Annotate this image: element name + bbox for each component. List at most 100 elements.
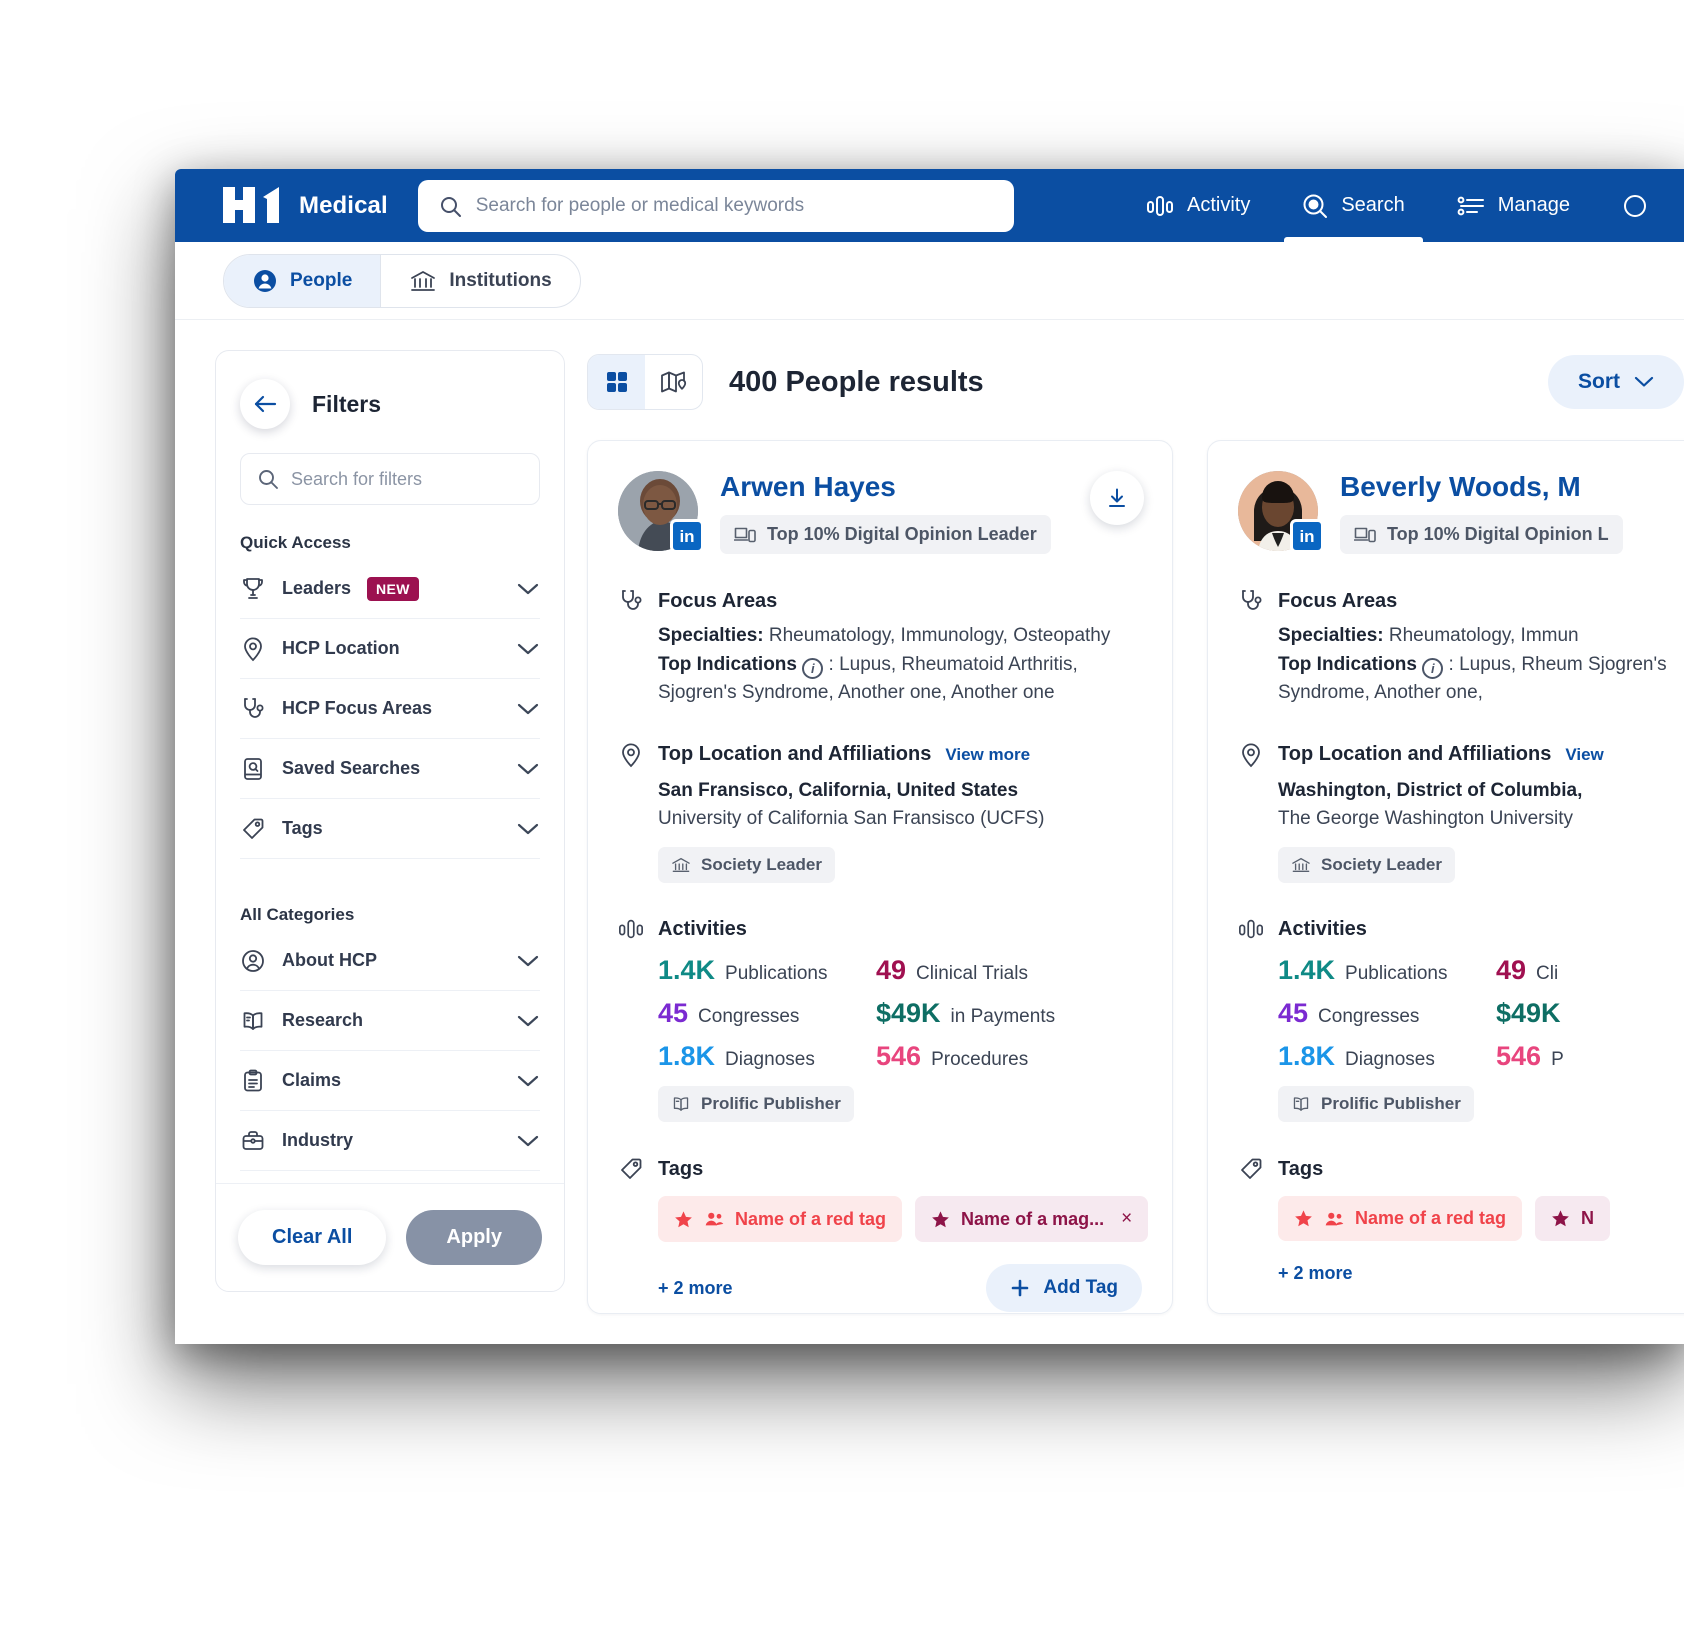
tab-institutions[interactable]: Institutions (380, 254, 579, 307)
location-header: Top Location and Affiliations View (1238, 742, 1684, 768)
search-input[interactable] (475, 194, 994, 217)
sort-label: Sort (1578, 370, 1620, 393)
location-body: San Fransisco, California, United States… (658, 776, 1142, 884)
download-button[interactable] (1090, 471, 1144, 525)
more-tags-link[interactable]: + 2 more (1278, 1263, 1353, 1284)
stat-label: in Payments (950, 1006, 1056, 1028)
person-card[interactable]: in Arwen Hayes Top 10% Digital Opinion L… (587, 440, 1173, 1314)
filter-label-hcp-focus-areas: HCP Focus Areas (282, 698, 433, 718)
filter-label-about-hcp: About HCP (282, 950, 377, 970)
tab-people[interactable]: People (224, 254, 381, 307)
grid-view-icon (604, 369, 630, 395)
view-more-link[interactable]: View more (945, 745, 1030, 765)
filter-row-leaders[interactable]: Leaders NEW (240, 559, 540, 619)
info-icon[interactable]: i (1422, 657, 1444, 679)
devices-icon (1354, 526, 1376, 544)
clipboard-icon (240, 1068, 266, 1094)
filter-row-claims[interactable]: Claims (240, 1051, 540, 1111)
clear-all-button[interactable]: Clear All (238, 1210, 387, 1265)
location-section: Top Location and Affiliations View more … (618, 742, 1142, 884)
tags-title: Tags (658, 1157, 704, 1180)
nav-label-activity: Activity (1187, 194, 1251, 216)
status-badge: Top 10% Digital Opinion L (1340, 515, 1623, 554)
saved-search-icon (240, 756, 266, 782)
person-card[interactable]: in Beverly Woods, M Top 10% Digital Opin… (1207, 440, 1684, 1314)
tag-label: Name of a red tag (735, 1208, 887, 1229)
global-search[interactable] (417, 179, 1014, 232)
tag-label: Name of a red tag (1355, 1208, 1507, 1229)
nav-item-manage[interactable]: Manage (1431, 169, 1596, 242)
star-icon (931, 1210, 950, 1229)
map-view-button[interactable] (645, 355, 702, 409)
filter-row-hcp-location[interactable]: HCP Location (240, 619, 540, 679)
institution-icon (671, 856, 691, 874)
linkedin-icon[interactable]: in (670, 519, 704, 553)
stat-label: Congresses (1318, 1006, 1420, 1028)
society-leader-chip: Society Leader (1278, 847, 1455, 884)
stat-congresses: 45 Congresses (1278, 998, 1496, 1029)
stat-diagnoses: 1.8K Diagnoses (1278, 1041, 1496, 1072)
person-name[interactable]: Arwen Hayes (720, 471, 1051, 503)
grid-view-button[interactable] (588, 355, 645, 409)
results-header: 400 People results Sort (587, 350, 1684, 414)
focus-areas-title: Focus Areas (658, 589, 778, 612)
download-icon (1105, 486, 1129, 510)
location-pin-icon (618, 742, 644, 768)
sort-button[interactable]: Sort (1548, 355, 1684, 409)
brand-logo[interactable]: Medical (223, 186, 388, 223)
filter-row-research[interactable]: Research (240, 991, 540, 1051)
book-icon (240, 1008, 266, 1034)
chevron-down-icon (516, 582, 540, 596)
add-tag-button[interactable]: Add Tag (986, 1264, 1142, 1313)
filter-row-saved-searches[interactable]: Saved Searches (240, 739, 540, 799)
filter-search-input[interactable] (291, 468, 523, 490)
filter-row-industry[interactable]: Industry (240, 1111, 540, 1171)
filter-row-hcp-focus-areas[interactable]: HCP Focus Areas (240, 679, 540, 739)
location-section: Top Location and Affiliations View Washi… (1238, 742, 1684, 884)
people-icon (704, 1210, 724, 1228)
apply-button[interactable]: Apply (406, 1210, 542, 1265)
tag-pill[interactable]: N (1535, 1196, 1611, 1242)
stat-label: P (1551, 1049, 1564, 1071)
list-settings-icon (1457, 194, 1485, 218)
focus-areas-header: Focus Areas (1238, 588, 1684, 614)
stat-payments: $49K (1496, 998, 1684, 1029)
info-icon[interactable]: i (802, 657, 824, 679)
book-icon (1291, 1094, 1311, 1114)
tag-pill[interactable]: Name of a red tag (658, 1196, 903, 1243)
filter-row-about-hcp[interactable]: About HCP (240, 931, 540, 991)
nav-item-search[interactable]: Search (1276, 169, 1430, 242)
card-header: in Beverly Woods, M Top 10% Digital Opin… (1238, 471, 1684, 554)
brand-name: Medical (299, 191, 388, 219)
star-icon (1551, 1209, 1570, 1228)
quick-access-label: Quick Access (240, 533, 351, 552)
indications-line: Top Indications i : Lupus, Rheum Sjogren… (1278, 651, 1684, 708)
stat-label: Cli (1536, 963, 1559, 985)
filters-back-button[interactable] (240, 379, 290, 429)
linkedin-icon[interactable]: in (1290, 519, 1324, 553)
map-view-icon (660, 369, 688, 395)
tab-label-people: People (290, 269, 353, 291)
more-tags-link[interactable]: + 2 more (658, 1278, 733, 1299)
book-icon (671, 1094, 691, 1114)
nav-item-overflow[interactable] (1596, 169, 1674, 242)
tag-icon (1238, 1156, 1264, 1182)
top-nav-items: Activity Search Manage (1120, 169, 1684, 242)
stat-label: Diagnoses (1345, 1049, 1435, 1071)
filter-row-tags[interactable]: Tags (240, 799, 540, 859)
person-name[interactable]: Beverly Woods, M (1340, 471, 1623, 503)
specialties-value: Rheumatology, Immunology, Osteopathy (768, 625, 1111, 646)
user-circle-icon (240, 948, 266, 974)
close-icon[interactable]: × (1121, 1208, 1132, 1230)
tag-list: Name of a red tag Name of a mag... × (658, 1196, 1149, 1243)
nav-item-activity[interactable]: Activity (1120, 169, 1276, 242)
tag-pill[interactable]: Name of a mag... × (915, 1196, 1149, 1243)
filter-label-industry: Industry (282, 1130, 354, 1150)
filter-search[interactable] (240, 453, 540, 505)
chevron-down-icon (516, 702, 540, 716)
focus-areas-section: Focus Areas Specialties: Rheumatology, I… (618, 588, 1142, 708)
tag-pill[interactable]: Name of a red tag (1278, 1196, 1523, 1242)
stat-diagnoses: 1.8K Diagnoses (658, 1041, 876, 1072)
view-more-link[interactable]: View (1565, 745, 1603, 765)
tag-label: N (1581, 1208, 1595, 1229)
